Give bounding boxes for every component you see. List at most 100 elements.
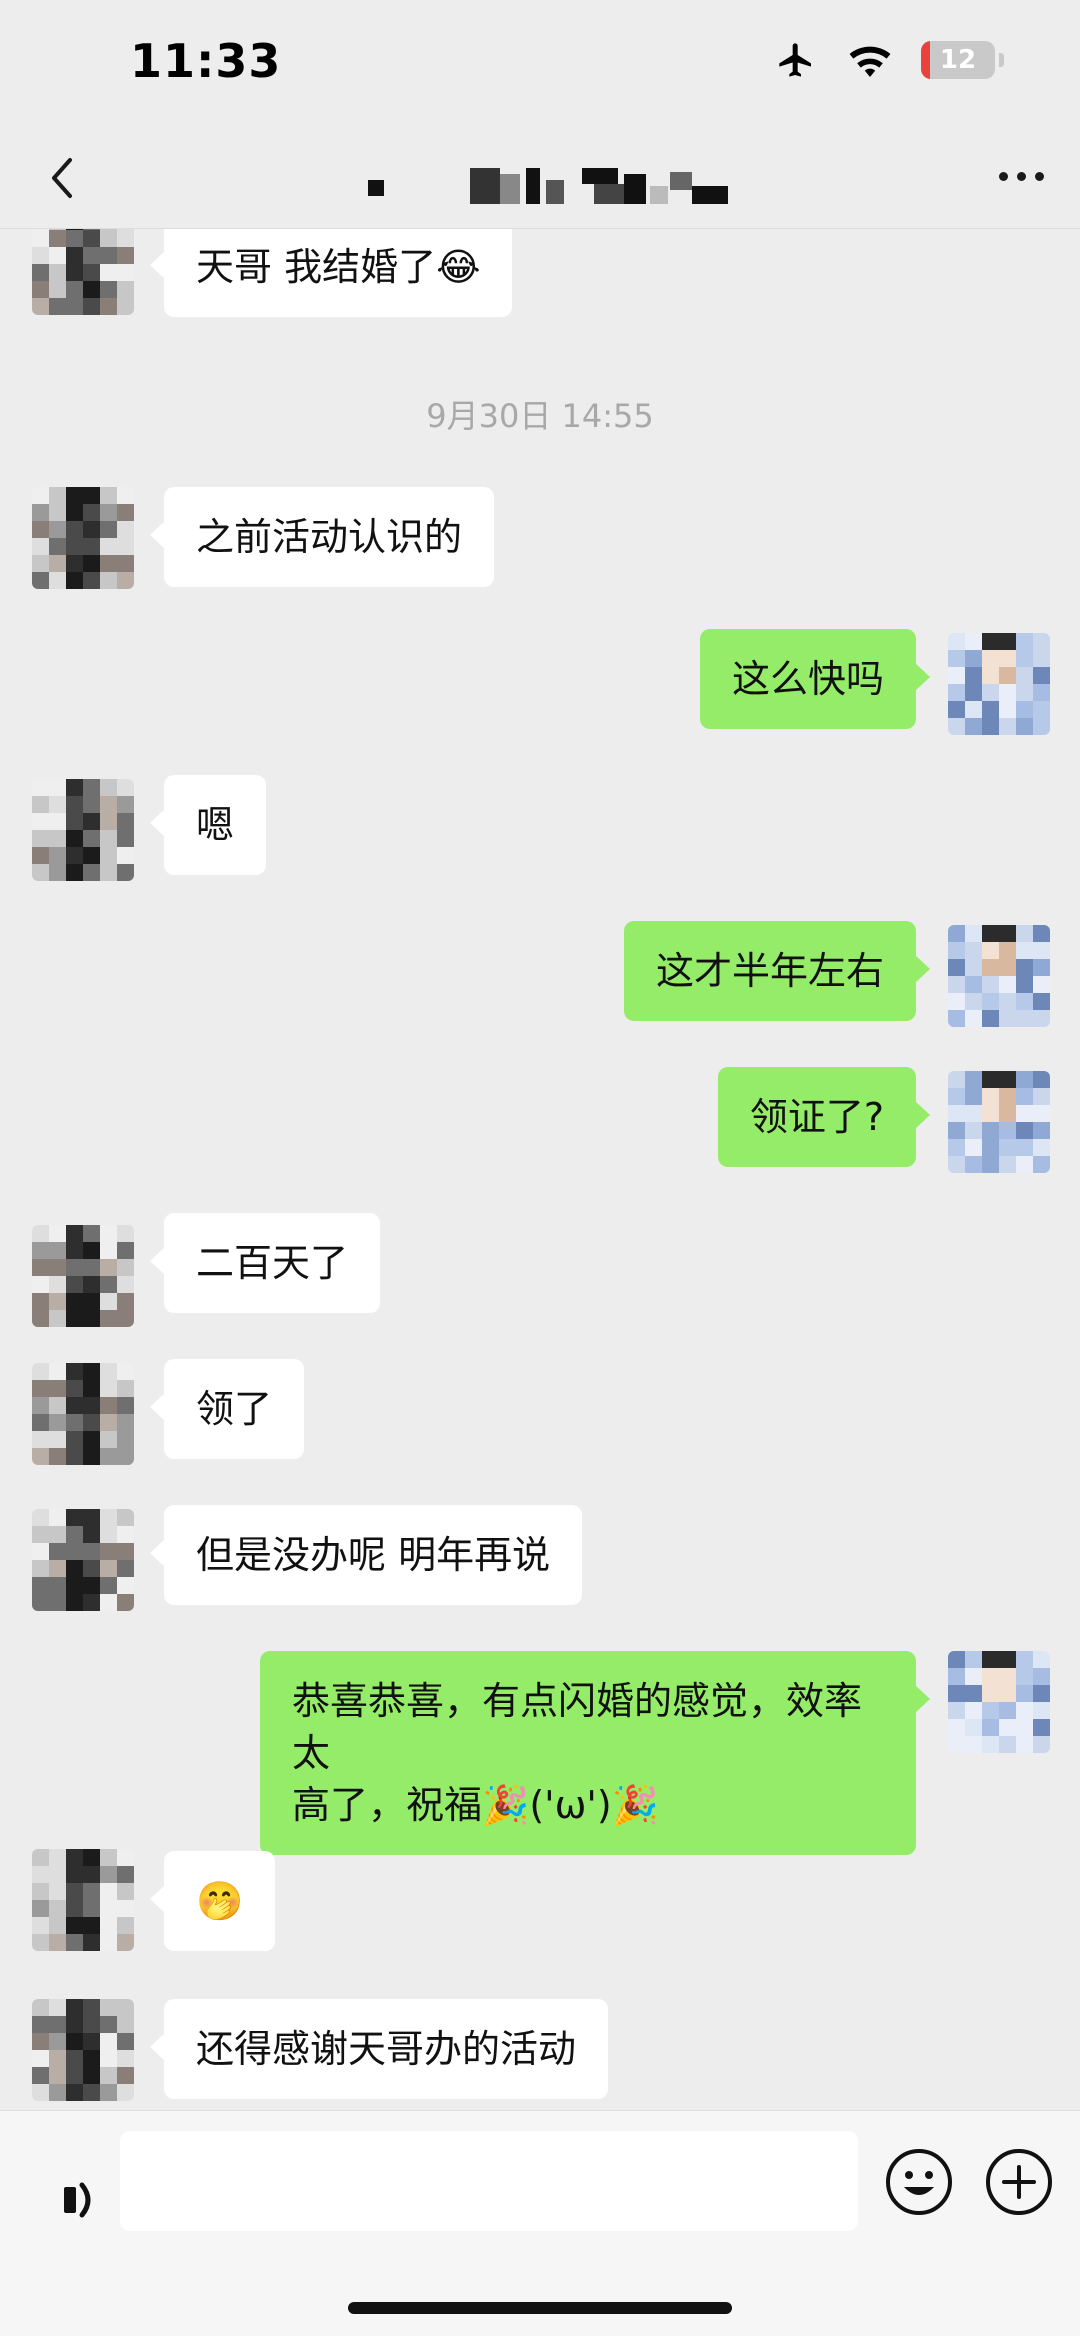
avatar-pixel [948,701,965,718]
message-bubble[interactable]: 还得感谢天哥办的活动 [149,1999,609,2099]
avatar-pixel [66,1917,83,1934]
avatar-pixel [32,1577,49,1594]
avatar-pixel [32,830,49,847]
avatar-pixel [100,1259,117,1276]
avatar-pixel [1033,993,1050,1010]
message-bubble[interactable]: 之前活动认识的 [149,487,495,587]
avatar-pixel [66,1363,83,1380]
chevron-left-icon[interactable] [34,148,94,208]
avatar-pixel [1033,701,1050,718]
avatar-pixel [982,701,999,718]
avatar-pixel [100,1380,117,1397]
message-bubble[interactable]: 天哥 我结婚了😂 [149,229,513,317]
home-indicator[interactable] [348,2302,732,2314]
avatar-pixel [100,1917,117,1934]
avatar-pixel [1016,1685,1033,1702]
message-bubble[interactable]: 这才半年左右 [623,921,931,1021]
avatar-pixel [999,1685,1016,1702]
avatar-pixel [965,633,982,650]
avatar-pixel [66,1293,83,1310]
more-dots-icon[interactable] [999,172,1044,181]
message-bubble[interactable]: 嗯 [149,775,267,875]
avatar-pixel [100,1543,117,1560]
message-bubble[interactable]: 但是没办呢 明年再说 [149,1505,583,1605]
avatar-other[interactable] [32,1225,134,1327]
message-bubble[interactable]: 领证了? [717,1067,931,1167]
avatar-pixel [49,1380,66,1397]
avatar-self[interactable] [948,633,1050,735]
message-bubble[interactable]: 二百天了 [149,1213,381,1313]
avatar-other[interactable] [32,1363,134,1465]
avatar-pixel [66,538,83,555]
avatar-pixel [32,847,49,864]
avatar-pixel [32,1509,49,1526]
avatar-pixel [32,1526,49,1543]
avatar-pixel [66,298,83,315]
avatar-pixel [66,2084,83,2101]
avatar-other[interactable] [32,229,134,315]
avatar-pixel [32,298,49,315]
voice-icon[interactable] [40,2151,120,2251]
avatar-pixel [49,1526,66,1543]
avatar-pixel [83,1509,100,1526]
message-bubble[interactable]: 领了 [149,1359,305,1459]
avatar-pixel [66,847,83,864]
plus-icon[interactable] [984,2147,1054,2217]
avatar-pixel [948,1105,965,1122]
avatar-pixel [117,1380,134,1397]
chat-title-redacted [360,168,760,208]
avatar-self[interactable] [948,1071,1050,1173]
avatar-pixel [49,1293,66,1310]
message-bubble[interactable]: 这么快吗 [699,629,931,729]
avatar-pixel [1033,1719,1050,1736]
avatar-pixel [83,230,100,247]
message-bubble[interactable]: 恭喜恭喜，有点闪婚的感觉，效率太 高了，祝福🎉('ω')🎉 [260,1651,930,1855]
avatar-pixel [100,1866,117,1883]
message-list[interactable]: 天哥 我结婚了😂 9月30日 14:55 之前活动认识的 这么快吗 嗯 这才半年… [0,229,1080,2109]
avatar-pixel [83,247,100,264]
avatar-pixel [49,1849,66,1866]
avatar-pixel [1016,959,1033,976]
message-bubble[interactable]: 🤭 [149,1851,276,1951]
avatar-pixel [83,572,100,589]
avatar-pixel [83,298,100,315]
avatar-other[interactable] [32,1999,134,2101]
avatar-pixel [66,1414,83,1431]
avatar-pixel [117,2016,134,2033]
avatar-pixel [66,264,83,281]
avatar-pixel [83,813,100,830]
avatar-other[interactable] [32,1509,134,1611]
avatar-self[interactable] [948,925,1050,1027]
avatar-pixel [100,487,117,504]
avatar-pixel [965,667,982,684]
avatar-pixel [948,1736,965,1753]
avatar-pixel [83,1543,100,1560]
avatar-pixel [49,830,66,847]
avatar-pixel [965,650,982,667]
avatar-pixel [66,1276,83,1293]
avatar-pixel [982,1105,999,1122]
avatar-self[interactable] [948,1651,1050,1753]
emoji-icon[interactable] [884,2147,954,2217]
avatar-other[interactable] [32,487,134,589]
avatar-pixel [83,779,100,796]
avatar-pixel [965,1105,982,1122]
avatar-pixel [66,864,83,881]
avatar-pixel [117,2067,134,2084]
avatar-pixel [100,230,117,247]
avatar-other[interactable] [32,1849,134,1951]
airplane-icon [779,43,811,77]
avatar-pixel [982,650,999,667]
avatar-pixel [32,2084,49,2101]
avatar-pixel [83,1448,100,1465]
avatar-pixel [948,1122,965,1139]
avatar-pixel [948,1088,965,1105]
message-input[interactable] [120,2131,858,2231]
avatar-pixel [999,667,1016,684]
avatar-other[interactable] [32,779,134,881]
avatar-pixel [982,667,999,684]
avatar-pixel [117,1577,134,1594]
avatar-pixel [117,1543,134,1560]
avatar-pixel [948,1719,965,1736]
avatar-pixel [100,1414,117,1431]
